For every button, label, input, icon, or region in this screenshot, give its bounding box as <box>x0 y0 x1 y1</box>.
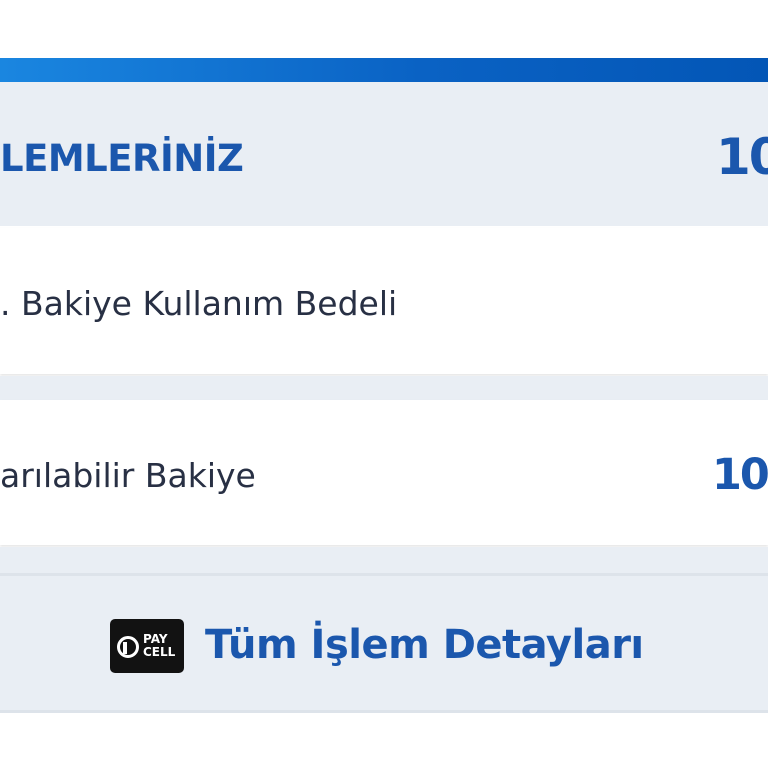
withdrawable-balance-value: 100 <box>712 450 768 500</box>
usage-fee-label: . Bakiye Kullanım Bedeli <box>0 284 398 323</box>
paycell-logo: PAY CELL <box>110 619 184 673</box>
transactions-page: LEMLERİNİZ 10 . Bakiye Kullanım Bedeli a… <box>0 0 768 768</box>
withdrawable-balance-label: arılabilir Bakiye <box>0 456 256 495</box>
all-transaction-details-link[interactable]: Tüm İşlem Detayları <box>205 622 644 668</box>
section-title: LEMLERİNİZ <box>0 137 244 180</box>
row-divider <box>0 376 768 400</box>
top-accent-bar <box>0 58 768 82</box>
paycell-logo-text-bottom: CELL <box>143 645 176 659</box>
usage-fee-row[interactable]: . Bakiye Kullanım Bedeli <box>0 228 768 374</box>
total-amount: 10 <box>716 128 768 186</box>
all-transactions-link[interactable]: PAY CELL Tüm İşlem Detayları <box>0 573 768 713</box>
withdrawable-balance-row[interactable]: arılabilir Bakiye 100 <box>0 400 768 545</box>
paycell-logo-text-top: PAY <box>143 632 168 646</box>
bottom-area <box>0 713 768 768</box>
paycell-p-icon <box>117 636 139 658</box>
row-divider <box>0 547 768 573</box>
